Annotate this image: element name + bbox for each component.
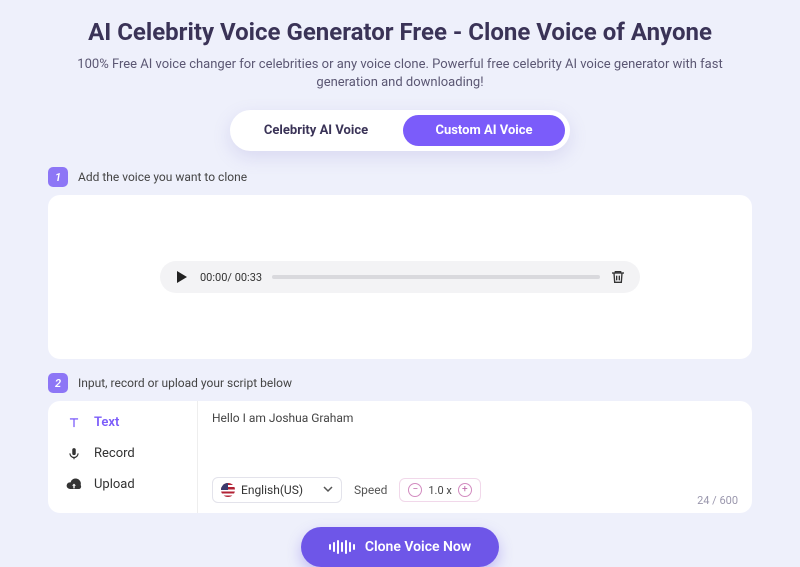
step1-label: Add the voice you want to clone (78, 170, 247, 184)
audio-player[interactable]: 00:00/ 00:33 (160, 261, 640, 293)
page-title: AI Celebrity Voice Generator Free - Clon… (48, 18, 752, 46)
play-icon[interactable] (174, 269, 190, 285)
mode-toggle: Celebrity AI Voice Custom AI Voice (230, 110, 570, 151)
step2-badge: 2 (48, 373, 68, 393)
language-select[interactable]: English(US) (212, 477, 342, 503)
cta-label: Clone Voice Now (365, 539, 471, 555)
cloud-upload-icon (66, 478, 82, 492)
step1-header: 1 Add the voice you want to clone (48, 167, 752, 187)
char-counter: 24 / 600 (697, 494, 738, 507)
voice-upload-card: 00:00/ 00:33 (48, 195, 752, 359)
speed-increase-button[interactable]: + (458, 483, 472, 497)
language-label: English(US) (241, 483, 303, 497)
microphone-icon (66, 447, 82, 461)
input-mode-label: Upload (94, 477, 135, 492)
input-mode-list: Text Record Upload (48, 401, 198, 513)
script-controls: English(US) Speed − 1.0 x + (212, 477, 738, 503)
page-subtitle: 100% Free AI voice changer for celebriti… (48, 56, 752, 92)
chevron-down-icon (323, 483, 333, 497)
input-mode-record[interactable]: Record (48, 438, 197, 469)
speed-label: Speed (354, 483, 387, 497)
step1-badge: 1 (48, 167, 68, 187)
input-mode-label: Record (94, 446, 135, 461)
speed-value: 1.0 x (428, 484, 451, 497)
input-mode-upload[interactable]: Upload (48, 469, 197, 500)
delete-audio-button[interactable] (610, 269, 626, 285)
player-time: 00:00/ 00:33 (200, 271, 262, 284)
script-panel: Text Record Upload Hello I am Joshua Gra… (48, 401, 752, 513)
script-textarea[interactable]: Hello I am Joshua Graham (212, 411, 738, 477)
text-icon (66, 416, 82, 430)
step2-header: 2 Input, record or upload your script be… (48, 373, 752, 393)
soundwave-icon (329, 540, 355, 554)
us-flag-icon (221, 483, 235, 497)
input-mode-label: Text (94, 415, 119, 430)
clone-voice-button[interactable]: Clone Voice Now (301, 527, 499, 567)
player-track[interactable] (272, 275, 600, 279)
mode-celebrity[interactable]: Celebrity AI Voice (235, 115, 397, 146)
input-mode-text[interactable]: Text (48, 407, 197, 438)
mode-custom[interactable]: Custom AI Voice (403, 115, 565, 146)
speed-stepper: − 1.0 x + (399, 478, 480, 502)
step2-label: Input, record or upload your script belo… (78, 376, 292, 390)
speed-decrease-button[interactable]: − (408, 483, 422, 497)
